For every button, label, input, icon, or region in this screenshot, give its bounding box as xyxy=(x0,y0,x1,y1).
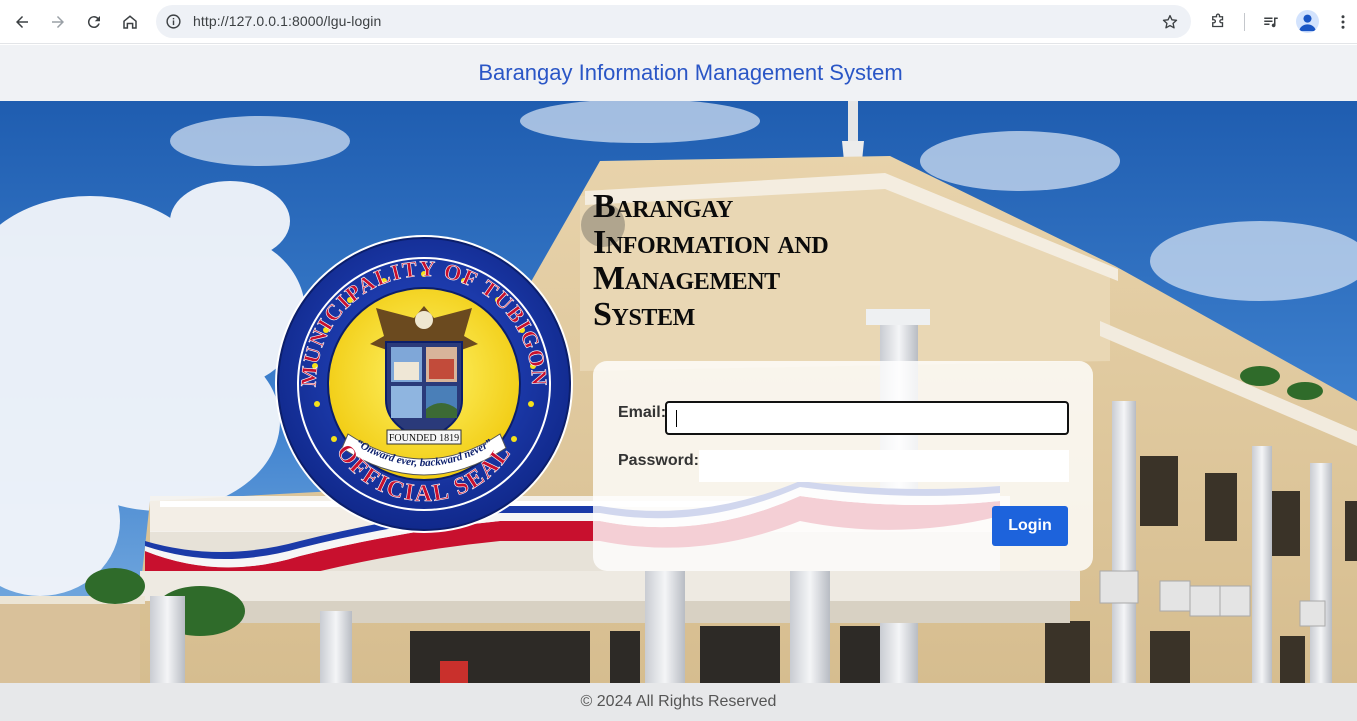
password-label: Password: xyxy=(618,452,699,469)
media-controls-icon[interactable] xyxy=(1256,7,1286,37)
email-field[interactable] xyxy=(665,401,1069,435)
address-bar[interactable]: http://127.0.0.1:8000/lgu-login xyxy=(156,5,1191,38)
address-url[interactable]: http://127.0.0.1:8000/lgu-login xyxy=(193,13,381,29)
more-menu-icon[interactable] xyxy=(1328,7,1357,37)
toolbar-divider xyxy=(1244,13,1245,31)
reload-icon[interactable] xyxy=(79,7,109,37)
copyright-text: © 2024 All Rights Reserved xyxy=(580,693,777,710)
municipal-seal-logo: FOUNDED 1819 “Onward ever, backward neve… xyxy=(275,235,573,533)
system-title-line-3: Management xyxy=(593,260,780,297)
hero-background: FOUNDED 1819 “Onward ever, backward neve… xyxy=(0,101,1357,683)
text-caret xyxy=(676,410,677,427)
email-label: Email: xyxy=(618,404,667,421)
home-icon[interactable] xyxy=(115,7,145,37)
bookmark-star-icon[interactable] xyxy=(1160,12,1179,31)
site-info-icon[interactable] xyxy=(164,12,183,31)
seal-founded-text: FOUNDED 1819 xyxy=(389,433,459,444)
back-arrow-icon[interactable] xyxy=(7,7,37,37)
login-button[interactable]: Login xyxy=(992,506,1068,546)
profile-icon[interactable] xyxy=(1296,10,1319,33)
system-title: Barangay Information and Management Syst… xyxy=(593,189,923,333)
page-footer: © 2024 All Rights Reserved xyxy=(0,683,1357,721)
browser-toolbar: http://127.0.0.1:8000/lgu-login xyxy=(0,0,1357,44)
forward-arrow-icon[interactable] xyxy=(43,7,73,37)
extensions-icon[interactable] xyxy=(1203,7,1233,37)
site-title: Barangay Information Management System xyxy=(478,60,903,85)
system-title-line-1: Barangay xyxy=(593,188,733,225)
login-form: Email: Password: Login xyxy=(593,361,1093,571)
password-field[interactable] xyxy=(699,450,1069,482)
system-title-line-2: Information and xyxy=(593,224,829,261)
system-title-line-4: System xyxy=(593,296,695,333)
site-header: Barangay Information Management System xyxy=(0,45,1357,101)
